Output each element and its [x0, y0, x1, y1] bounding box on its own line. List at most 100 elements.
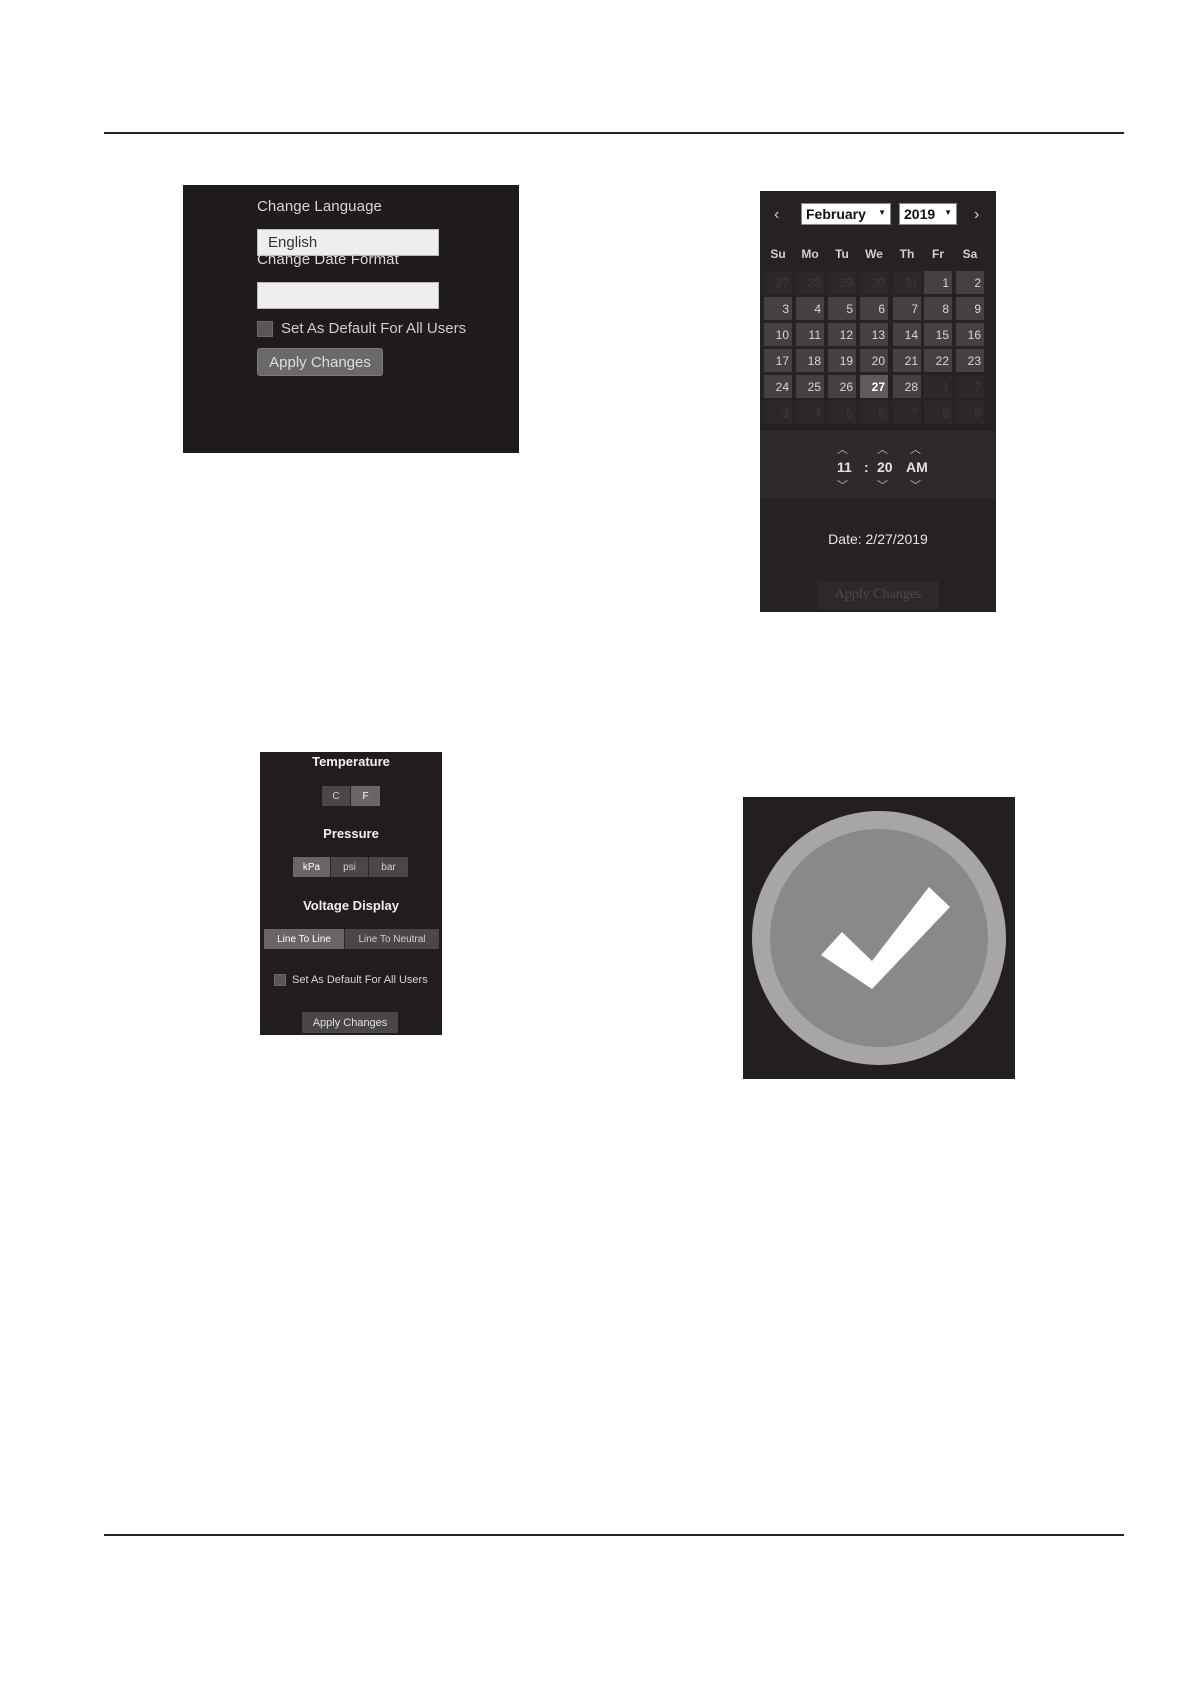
hour-up-icon[interactable]: ︿ — [837, 441, 848, 457]
calendar-day[interactable]: 6 — [860, 297, 888, 320]
month-select[interactable]: February ▼ — [801, 203, 891, 225]
apply-changes-button[interactable]: Apply Changes — [257, 348, 383, 376]
calendar-day[interactable]: 2 — [956, 271, 984, 294]
calendar-day[interactable]: 7 — [893, 297, 921, 320]
calendar-day[interactable]: 28 — [893, 375, 921, 398]
calendar-day-outside: 31 — [893, 271, 921, 294]
calendar-day[interactable]: 13 — [860, 323, 888, 346]
date-format-input[interactable] — [257, 282, 439, 309]
confirmation-panel — [743, 797, 1015, 1079]
temperature-option-c[interactable]: C — [322, 786, 351, 806]
calendar-day[interactable]: 19 — [828, 349, 856, 372]
language-settings-panel: Change Language English Change Date Form… — [183, 185, 519, 453]
calendar-day-outside: 28 — [796, 271, 824, 294]
calendar-day-outside: 5 — [828, 401, 856, 424]
pressure-toggle: kPa psi bar — [293, 857, 408, 877]
calendar-day[interactable]: 23 — [956, 349, 984, 372]
pressure-option-bar[interactable]: bar — [369, 857, 408, 877]
calendar-day[interactable]: 8 — [924, 297, 952, 320]
prev-month-icon[interactable]: ‹ — [774, 206, 779, 224]
calendar-day-outside: 29 — [828, 271, 856, 294]
year-value: 2019 — [904, 206, 936, 222]
calendar-day-outside: 6 — [860, 401, 888, 424]
calendar-day-outside: 1 — [924, 375, 952, 398]
check-circle-icon — [752, 811, 1006, 1065]
calendar-day[interactable]: 20 — [860, 349, 888, 372]
caret-down-icon: ▼ — [878, 208, 886, 217]
pressure-option-psi[interactable]: psi — [331, 857, 369, 877]
change-language-label: Change Language — [257, 198, 382, 215]
calendar-day[interactable]: 16 — [956, 323, 984, 346]
selected-date-text: Date: 2/27/2019 — [828, 531, 928, 547]
voltage-display-toggle: Line To Line Line To Neutral — [264, 929, 439, 949]
calendar-day-selected[interactable]: 27 — [860, 375, 888, 398]
default-all-users-label: Set As Default For All Users — [281, 320, 467, 337]
weekday-we: We — [865, 247, 883, 261]
weekday-fr: Fr — [932, 247, 944, 261]
default-all-users-checkbox[interactable] — [257, 320, 273, 337]
calendar-day[interactable]: 18 — [796, 349, 824, 372]
units-default-checkbox[interactable] — [274, 974, 286, 986]
calendar-day[interactable]: 4 — [796, 297, 824, 320]
calendar-day-outside: 3 — [764, 401, 792, 424]
calendar-day-outside: 30 — [860, 271, 888, 294]
weekday-mo: Mo — [801, 247, 819, 261]
voltage-display-title: Voltage Display — [303, 898, 399, 913]
weekday-su: Su — [770, 247, 786, 261]
change-date-format-label: Change Date Format — [257, 251, 399, 268]
calendar-day[interactable]: 10 — [764, 323, 792, 346]
calendar-day[interactable]: 12 — [828, 323, 856, 346]
calendar-day[interactable]: 24 — [764, 375, 792, 398]
calendar-day-outside: 2 — [956, 375, 984, 398]
calendar-day[interactable]: 5 — [828, 297, 856, 320]
units-settings-panel: Temperature C F Pressure kPa psi bar Vol… — [260, 752, 442, 1035]
temperature-option-f[interactable]: F — [351, 786, 380, 806]
hour-value[interactable]: 11 — [837, 459, 852, 475]
calendar-header: ‹ February ▼ 2019 ▼ › — [760, 201, 996, 231]
caret-down-icon: ▼ — [944, 208, 952, 217]
month-value: February — [806, 206, 866, 222]
calendar-day[interactable]: 17 — [764, 349, 792, 372]
calendar-day[interactable]: 11 — [796, 323, 824, 346]
units-default-label: Set As Default For All Users — [292, 974, 428, 986]
minute-value[interactable]: 20 — [877, 459, 893, 475]
calendar-day[interactable]: 3 — [764, 297, 792, 320]
period-value[interactable]: AM — [906, 459, 928, 475]
year-select[interactable]: 2019 ▼ — [899, 203, 957, 225]
hour-down-icon[interactable]: ﹀ — [837, 477, 848, 493]
minute-up-icon[interactable]: ︿ — [877, 441, 888, 457]
time-picker: ︿ ︿ ︿ 11 : 20 AM ﹀ ﹀ ﹀ — [760, 431, 996, 499]
temperature-toggle: C F — [322, 786, 380, 806]
pressure-title: Pressure — [323, 826, 379, 841]
calendar-day[interactable]: 14 — [893, 323, 921, 346]
period-up-icon[interactable]: ︿ — [910, 441, 921, 457]
voltage-option-line-to-neutral[interactable]: Line To Neutral — [345, 929, 439, 949]
calendar-day[interactable]: 22 — [924, 349, 952, 372]
pressure-option-kpa[interactable]: kPa — [293, 857, 331, 877]
calendar-apply-button[interactable]: Apply Changes — [817, 581, 939, 609]
units-default-row[interactable]: Set As Default For All Users — [274, 974, 428, 986]
weekday-sa: Sa — [962, 247, 978, 261]
calendar-day[interactable]: 26 — [828, 375, 856, 398]
time-separator: : — [864, 459, 869, 475]
calendar-day-outside: 27 — [764, 271, 792, 294]
calendar-day[interactable]: 9 — [956, 297, 984, 320]
calendar-day[interactable]: 1 — [924, 271, 952, 294]
calendar-day-outside: 8 — [924, 401, 952, 424]
footer-rule — [104, 1534, 1124, 1536]
weekday-th: Th — [899, 247, 915, 261]
units-apply-button[interactable]: Apply Changes — [302, 1012, 398, 1033]
calendar-day-outside: 4 — [796, 401, 824, 424]
calendar-day[interactable]: 21 — [893, 349, 921, 372]
date-time-picker-panel: ‹ February ▼ 2019 ▼ › Su Mo Tu We Th Fr Sa 27 2… — [760, 191, 996, 612]
calendar-day[interactable]: 15 — [924, 323, 952, 346]
temperature-title: Temperature — [312, 754, 390, 769]
next-month-icon[interactable]: › — [974, 206, 979, 224]
calendar-day[interactable]: 25 — [796, 375, 824, 398]
default-all-users-row[interactable]: Set As Default For All Users — [257, 320, 466, 337]
calendar-day-outside: 9 — [956, 401, 984, 424]
minute-down-icon[interactable]: ﹀ — [877, 477, 888, 493]
header-rule — [104, 132, 1124, 134]
voltage-option-line-to-line[interactable]: Line To Line — [264, 929, 345, 949]
period-down-icon[interactable]: ﹀ — [910, 477, 921, 493]
